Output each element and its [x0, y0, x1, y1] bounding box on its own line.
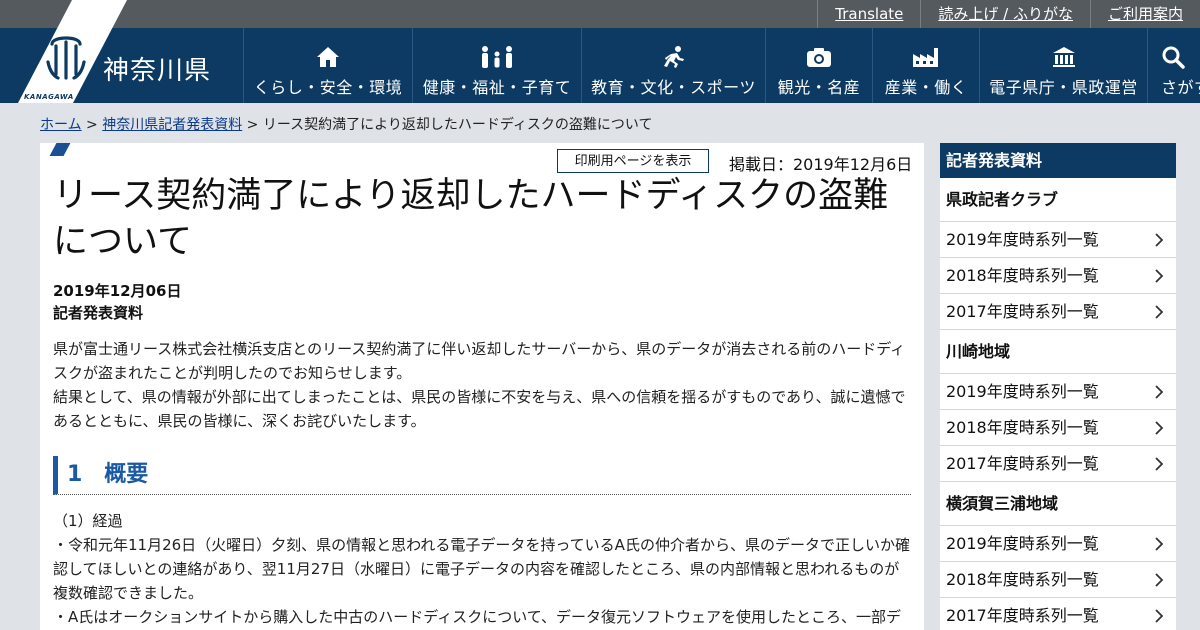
- nav-e-government[interactable]: 電子県庁・県政運営: [979, 28, 1147, 103]
- subsection-heading: （1）経過: [53, 512, 123, 530]
- lead-paragraph: 結果として、県の情報が外部に出てしまったことは、県民の皆様に不安を与え、県への信…: [53, 388, 906, 430]
- government-building-icon: [1052, 44, 1076, 70]
- lead-text: 県が富士通リース株式会社横浜支店とのリース契約満了に伴い返却したサーバーから、県…: [53, 337, 913, 433]
- breadcrumb-separator: >: [242, 117, 263, 133]
- nav-label: 産業・働く: [884, 78, 968, 97]
- chevron-right-icon: [1155, 305, 1164, 319]
- breadcrumb-separator: >: [81, 117, 103, 133]
- sidebar-item[interactable]: 2017年度時系列一覧: [940, 294, 1176, 330]
- sidebar-item[interactable]: 2017年度時系列一覧: [940, 598, 1176, 630]
- sidebar-item-label: 2018年度時系列一覧: [946, 266, 1099, 285]
- article-main: 印刷用ページを表示 掲載日：2019年12月6日 リース契約満了により返却したハ…: [40, 143, 924, 630]
- sidebar-item[interactable]: 2019年度時系列一覧: [940, 374, 1176, 410]
- release-date: 2019年12月06日: [53, 282, 182, 300]
- sidebar-item-label: 2018年度時系列一覧: [946, 570, 1099, 589]
- usage-guide-link[interactable]: ご利用案内: [1089, 0, 1200, 28]
- search-icon: [1161, 44, 1185, 70]
- sidebar-item-label: 2018年度時系列一覧: [946, 418, 1099, 437]
- sidebar-item[interactable]: 2018年度時系列一覧: [940, 410, 1176, 446]
- nav-search[interactable]: さがす: [1147, 28, 1200, 103]
- chevron-right-icon: [1155, 457, 1164, 471]
- nav-label: 観光・名産: [777, 78, 861, 97]
- sidebar-item-label: 2017年度時系列一覧: [946, 606, 1099, 625]
- chevron-right-icon: [1155, 537, 1164, 551]
- chevron-right-icon: [1155, 269, 1164, 283]
- section-heading: 1 概要: [53, 456, 911, 495]
- nav-label: 教育・文化・スポーツ: [591, 78, 756, 97]
- nav-label: 電子県庁・県政運営: [989, 78, 1138, 97]
- sidebar-item[interactable]: 2017年度時系列一覧: [940, 446, 1176, 482]
- chevron-right-icon: [1155, 233, 1164, 247]
- breadcrumb-current: リース契約満了により返却したハードディスクの盗難について: [262, 117, 653, 133]
- nav-life-safety-environment[interactable]: くらし・安全・環境: [243, 28, 412, 103]
- sidebar-item[interactable]: 2018年度時系列一覧: [940, 562, 1176, 598]
- global-nav: くらし・安全・環境 健康・福祉・子育て 教育・文化・スポーツ 観光・名産 産業・…: [243, 28, 1200, 103]
- nav-label: 健康・福祉・子育て: [422, 78, 572, 97]
- page-title: リース契約満了により返却したハードディスクの盗難について: [53, 176, 889, 262]
- chevron-right-icon: [1155, 421, 1164, 435]
- sidebar-item-label: 2019年度時系列一覧: [946, 382, 1099, 401]
- print-page-button[interactable]: 印刷用ページを表示: [557, 149, 709, 173]
- breadcrumb-press-release-link[interactable]: 神奈川県記者発表資料: [102, 117, 242, 133]
- chevron-right-icon: [1155, 385, 1164, 399]
- nav-tourism-specialties[interactable]: 観光・名産: [765, 28, 872, 103]
- lead-paragraph: 県が富士通リース株式会社横浜支店とのリース契約満了に伴い返却したサーバーから、県…: [53, 340, 906, 382]
- family-icon: [479, 44, 515, 70]
- sidebar-item[interactable]: 2019年度時系列一覧: [940, 526, 1176, 562]
- sidebar-item-label: 2017年度時系列一覧: [946, 454, 1099, 473]
- breadcrumb-home-link[interactable]: ホーム: [40, 117, 82, 133]
- chevron-right-icon: [1155, 573, 1164, 587]
- prefecture-name[interactable]: 神奈川県: [103, 50, 211, 87]
- sidebar-item-label: 2019年度時系列一覧: [946, 534, 1099, 553]
- nav-health-welfare-childcare[interactable]: 健康・福祉・子育て: [412, 28, 581, 103]
- decorative-stripe: [49, 143, 71, 156]
- sidebar-item-label: 2019年度時系列一覧: [946, 230, 1099, 249]
- sidebar-group-title[interactable]: 県政記者クラブ: [940, 178, 1176, 222]
- prefecture-kana: KANAGAWA: [24, 93, 74, 101]
- sidebar-group-title[interactable]: 横須賀三浦地域: [940, 482, 1176, 526]
- sidebar-item[interactable]: 2019年度時系列一覧: [940, 222, 1176, 258]
- sidebar-header[interactable]: 記者発表資料: [940, 143, 1176, 178]
- sidebar-item[interactable]: 2018年度時系列一覧: [940, 258, 1176, 294]
- published-date: 掲載日：2019年12月6日: [729, 155, 913, 174]
- factory-icon: [912, 44, 940, 70]
- nav-label: くらし・安全・環境: [253, 78, 403, 97]
- sidebar: 記者発表資料 県政記者クラブ 2019年度時系列一覧 2018年度時系列一覧 2…: [940, 143, 1176, 630]
- sidebar-group-title[interactable]: 川崎地域: [940, 330, 1176, 374]
- breadcrumb: ホーム > 神奈川県記者発表資料 > リース契約満了により返却したハードディスク…: [40, 114, 653, 134]
- nav-label: さがす: [1161, 78, 1200, 97]
- body-bullet: ・令和元年11月26日（火曜日）夕刻、県の情報と思われる電子データを持っているA…: [53, 536, 910, 602]
- release-type: 記者発表資料: [53, 304, 144, 322]
- utility-links: Translate 読み上げ / ふりがな ご利用案内: [817, 0, 1200, 28]
- translate-link[interactable]: Translate: [817, 0, 920, 28]
- house-icon: [316, 44, 340, 70]
- sidebar-item-label: 2017年度時系列一覧: [946, 302, 1099, 321]
- body-bullet: ・A氏はオークションサイトから購入した中古のハードディスクについて、データ復元ソ…: [53, 608, 902, 626]
- nav-industry-work[interactable]: 産業・働く: [872, 28, 979, 103]
- body-text: （1）経過 ・令和元年11月26日（火曜日）夕刻、県の情報と思われる電子データを…: [53, 509, 913, 629]
- runner-icon: [661, 44, 687, 70]
- camera-icon: [806, 44, 832, 70]
- read-aloud-furigana-link[interactable]: 読み上げ / ふりがな: [920, 0, 1090, 28]
- chevron-right-icon: [1155, 609, 1164, 623]
- nav-education-culture-sports[interactable]: 教育・文化・スポーツ: [581, 28, 765, 103]
